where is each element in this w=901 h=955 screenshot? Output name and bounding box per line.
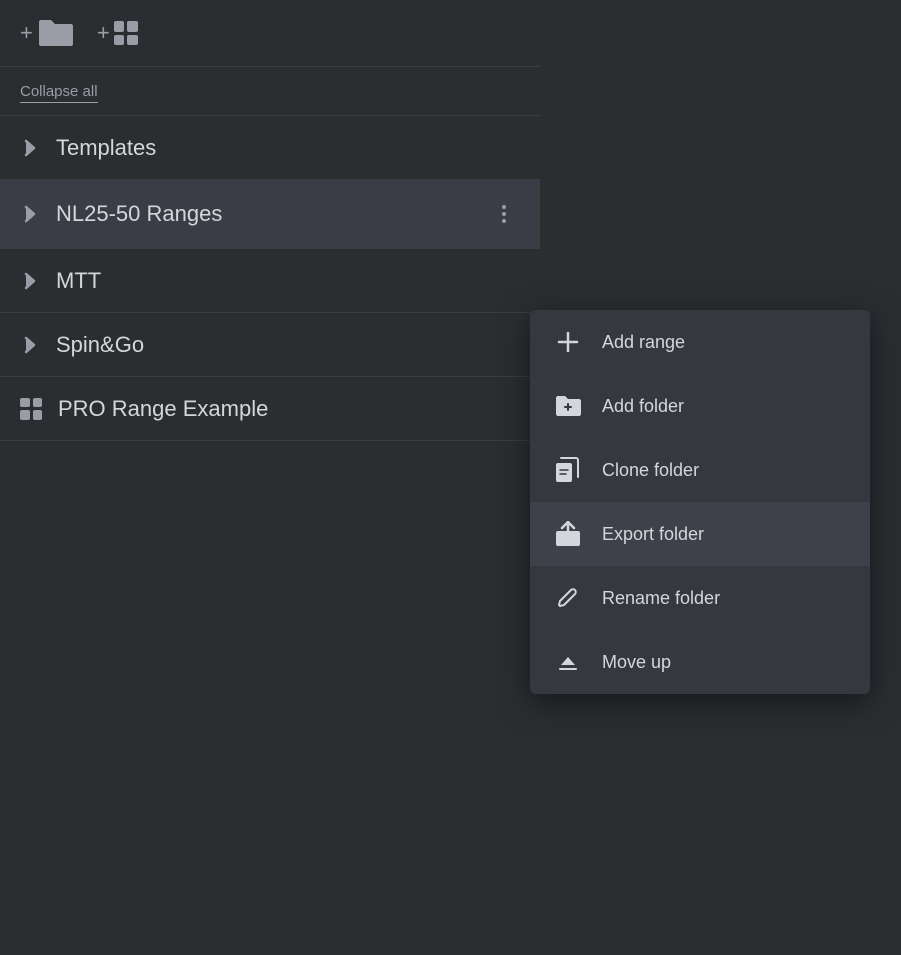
add-folder-button[interactable]: + xyxy=(20,18,73,48)
pro-range-label: PRO Range Example xyxy=(58,396,520,422)
export-folder-label: Export folder xyxy=(602,524,704,545)
dot xyxy=(502,212,506,216)
nav-item-mtt[interactable]: MTT xyxy=(0,249,540,313)
add-grid-button[interactable]: + xyxy=(97,20,138,46)
rename-icon xyxy=(554,584,582,612)
context-menu-clone-folder[interactable]: Clone folder xyxy=(530,438,870,502)
nav-list: Templates NL25-50 Ranges MTT xyxy=(0,116,540,441)
move-up-icon xyxy=(554,648,582,676)
context-menu-export-folder[interactable]: Export folder xyxy=(530,502,870,566)
plus-label: + xyxy=(20,20,33,46)
sidebar: + + Collapse all Templ xyxy=(0,0,540,955)
nav-item-pro-range[interactable]: PRO Range Example xyxy=(0,377,540,441)
clone-folder-label: Clone folder xyxy=(602,460,699,481)
dot xyxy=(502,205,506,209)
plus-grid-label: + xyxy=(97,20,110,46)
context-menu-add-folder[interactable]: Add folder xyxy=(530,374,870,438)
folder-icon xyxy=(37,18,73,48)
collapse-all-button[interactable]: Collapse all xyxy=(20,83,98,103)
context-menu-move-up[interactable]: Move up xyxy=(530,630,870,694)
templates-label: Templates xyxy=(56,135,520,161)
add-folder-icon xyxy=(554,392,582,420)
move-up-label: Move up xyxy=(602,652,671,673)
toolbar: + + xyxy=(0,0,540,67)
grid-icon xyxy=(114,21,138,45)
chevron-icon xyxy=(20,138,40,158)
add-folder-label: Add folder xyxy=(602,396,684,417)
collapse-all-section: Collapse all xyxy=(0,67,540,116)
chevron-icon xyxy=(20,335,40,355)
spingo-label: Spin&Go xyxy=(56,332,520,358)
mtt-label: MTT xyxy=(56,268,520,294)
nav-item-nl25-50[interactable]: NL25-50 Ranges xyxy=(0,180,540,249)
nl25-50-label: NL25-50 Ranges xyxy=(56,201,488,227)
clone-folder-icon xyxy=(554,456,582,484)
export-folder-icon xyxy=(554,520,582,548)
chevron-icon xyxy=(20,271,40,291)
chevron-icon xyxy=(20,204,40,224)
nav-item-templates[interactable]: Templates xyxy=(0,116,540,180)
dot xyxy=(502,219,506,223)
rename-folder-label: Rename folder xyxy=(602,588,720,609)
context-menu-rename-folder[interactable]: Rename folder xyxy=(530,566,870,630)
add-range-label: Add range xyxy=(602,332,685,353)
context-menu-add-range[interactable]: Add range xyxy=(530,310,870,374)
plus-icon xyxy=(554,328,582,356)
more-options-button[interactable] xyxy=(488,198,520,230)
grid-item-icon xyxy=(20,398,42,420)
context-menu: Add range Add folder Clone folder xyxy=(530,310,870,694)
nav-item-spingo[interactable]: Spin&Go xyxy=(0,313,540,377)
